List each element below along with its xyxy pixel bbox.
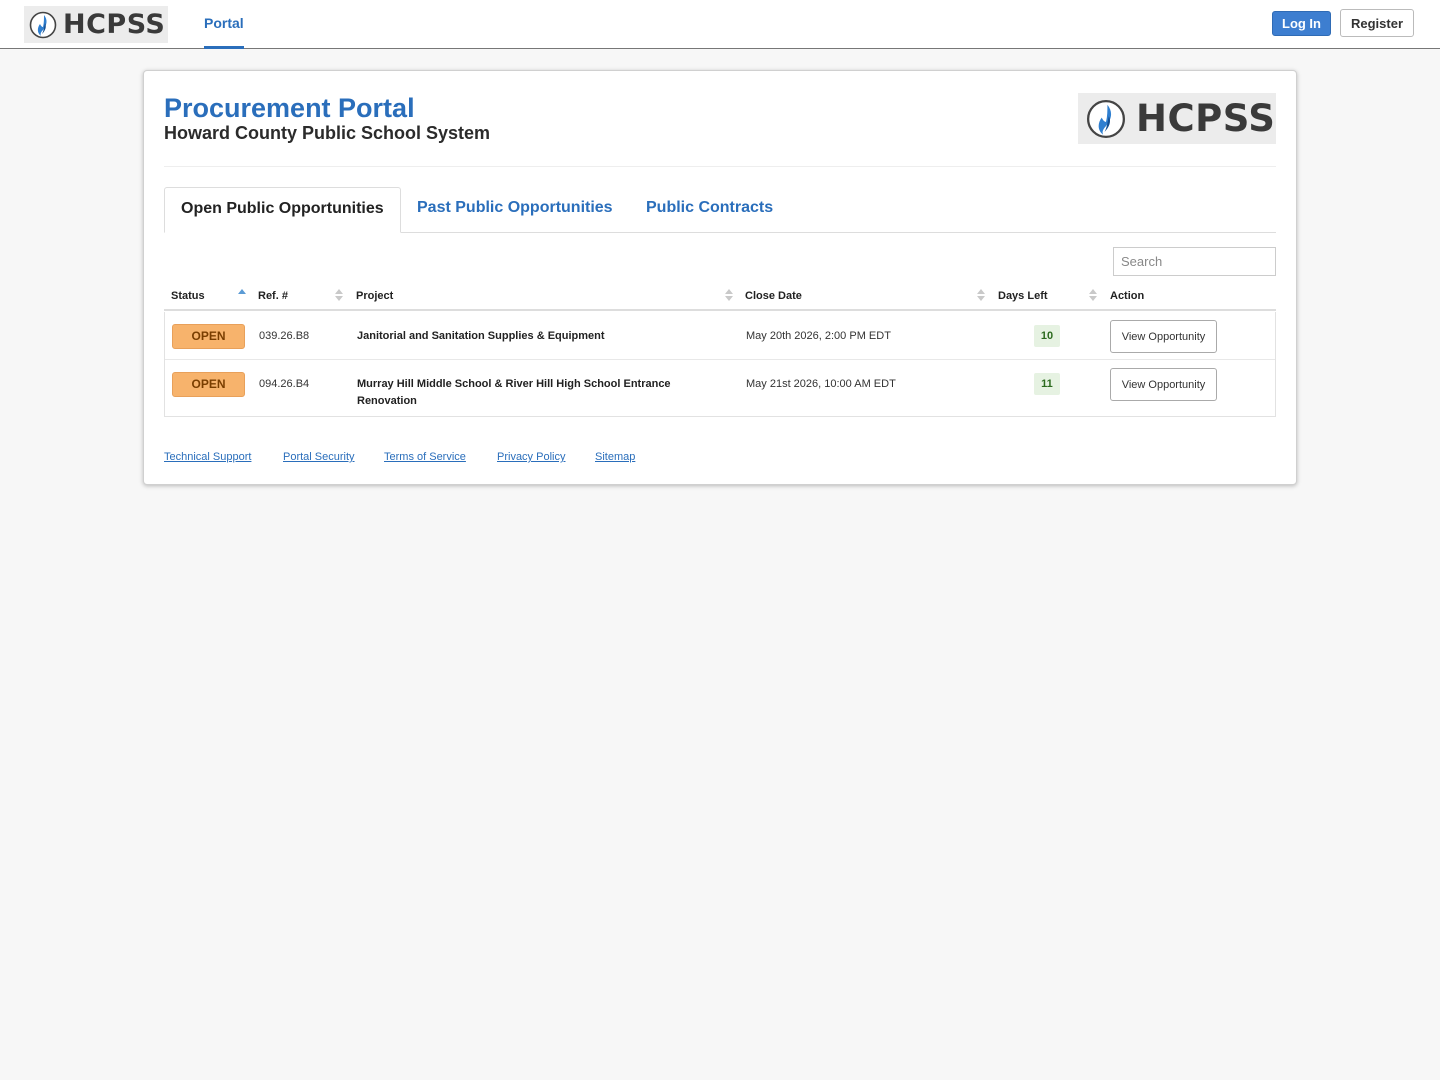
table-row: OPEN 039.26.B8 Janitorial and Sanitation…	[165, 312, 1275, 360]
procurement-card: Procurement Portal Howard County Public …	[143, 70, 1297, 485]
sort-arrows-icon[interactable]	[725, 288, 733, 304]
view-opportunity-button[interactable]: View Opportunity	[1110, 320, 1217, 353]
logo-text: HCPSS	[1136, 97, 1276, 140]
footer-link-terms-of-service[interactable]: Terms of Service	[384, 451, 466, 463]
table-row: OPEN 094.26.B4 Murray Hill Middle School…	[165, 360, 1275, 416]
close-date: May 21st 2026, 10:00 AM EDT	[746, 378, 896, 390]
column-header-project[interactable]: Project	[356, 281, 393, 311]
ref-number: 039.26.B8	[259, 330, 310, 342]
nav-portal[interactable]: Portal	[204, 0, 244, 49]
tab-public-contracts[interactable]: Public Contracts	[646, 187, 773, 233]
opportunities-table: OPEN 039.26.B8 Janitorial and Sanitation…	[164, 312, 1276, 417]
view-opportunity-button[interactable]: View Opportunity	[1110, 368, 1217, 401]
column-header-close-date[interactable]: Close Date	[745, 281, 802, 311]
column-header-days-left[interactable]: Days Left	[998, 281, 1048, 311]
search-input[interactable]	[1113, 247, 1276, 276]
flame-logo-icon	[29, 11, 57, 38]
close-date: May 20th 2026, 2:00 PM EDT	[746, 330, 891, 342]
tab-open-public-opportunities[interactable]: Open Public Opportunities	[164, 187, 401, 233]
sort-arrows-icon[interactable]	[977, 288, 985, 304]
footer-link-technical-support[interactable]: Technical Support	[164, 451, 251, 463]
tab-past-public-opportunities[interactable]: Past Public Opportunities	[417, 187, 613, 233]
brand-text: HCPSS	[63, 9, 166, 40]
days-left-badge: 10	[1034, 325, 1060, 347]
column-header-action: Action	[1110, 290, 1145, 302]
days-left-badge: 11	[1034, 373, 1060, 395]
column-header-status[interactable]: Status	[171, 281, 205, 311]
sort-arrows-icon[interactable]	[238, 288, 246, 304]
flame-logo-icon	[1087, 99, 1125, 138]
login-button[interactable]: Log In	[1272, 11, 1331, 36]
hcpss-large-logo: HCPSS	[1078, 93, 1276, 144]
header-divider	[164, 166, 1276, 167]
page-subtitle: Howard County Public School System	[164, 123, 491, 143]
register-button[interactable]: Register	[1340, 9, 1414, 37]
sort-arrows-icon[interactable]	[335, 288, 343, 304]
status-badge: OPEN	[172, 324, 245, 349]
footer-link-privacy-policy[interactable]: Privacy Policy	[497, 451, 565, 463]
footer-link-portal-security[interactable]: Portal Security	[283, 451, 355, 463]
project-name: Murray Hill Middle School & River Hill H…	[357, 378, 671, 407]
table-header: Status Ref. # Project Close Date Days Le…	[164, 281, 1276, 311]
sort-arrows-icon[interactable]	[1089, 288, 1097, 304]
ref-number: 094.26.B4	[259, 378, 310, 390]
column-header-ref[interactable]: Ref. #	[258, 281, 288, 311]
opportunity-tabs: Open Public Opportunities Past Public Op…	[164, 187, 1276, 233]
page-title: Procurement Portal	[164, 93, 415, 123]
hcpss-brand-logo[interactable]: HCPSS	[24, 6, 168, 43]
project-name: Janitorial and Sanitation Supplies & Equ…	[357, 330, 605, 342]
top-navbar: HCPSS Portal Log In Register	[0, 0, 1440, 49]
status-badge: OPEN	[172, 372, 245, 397]
footer-link-sitemap[interactable]: Sitemap	[595, 451, 635, 463]
